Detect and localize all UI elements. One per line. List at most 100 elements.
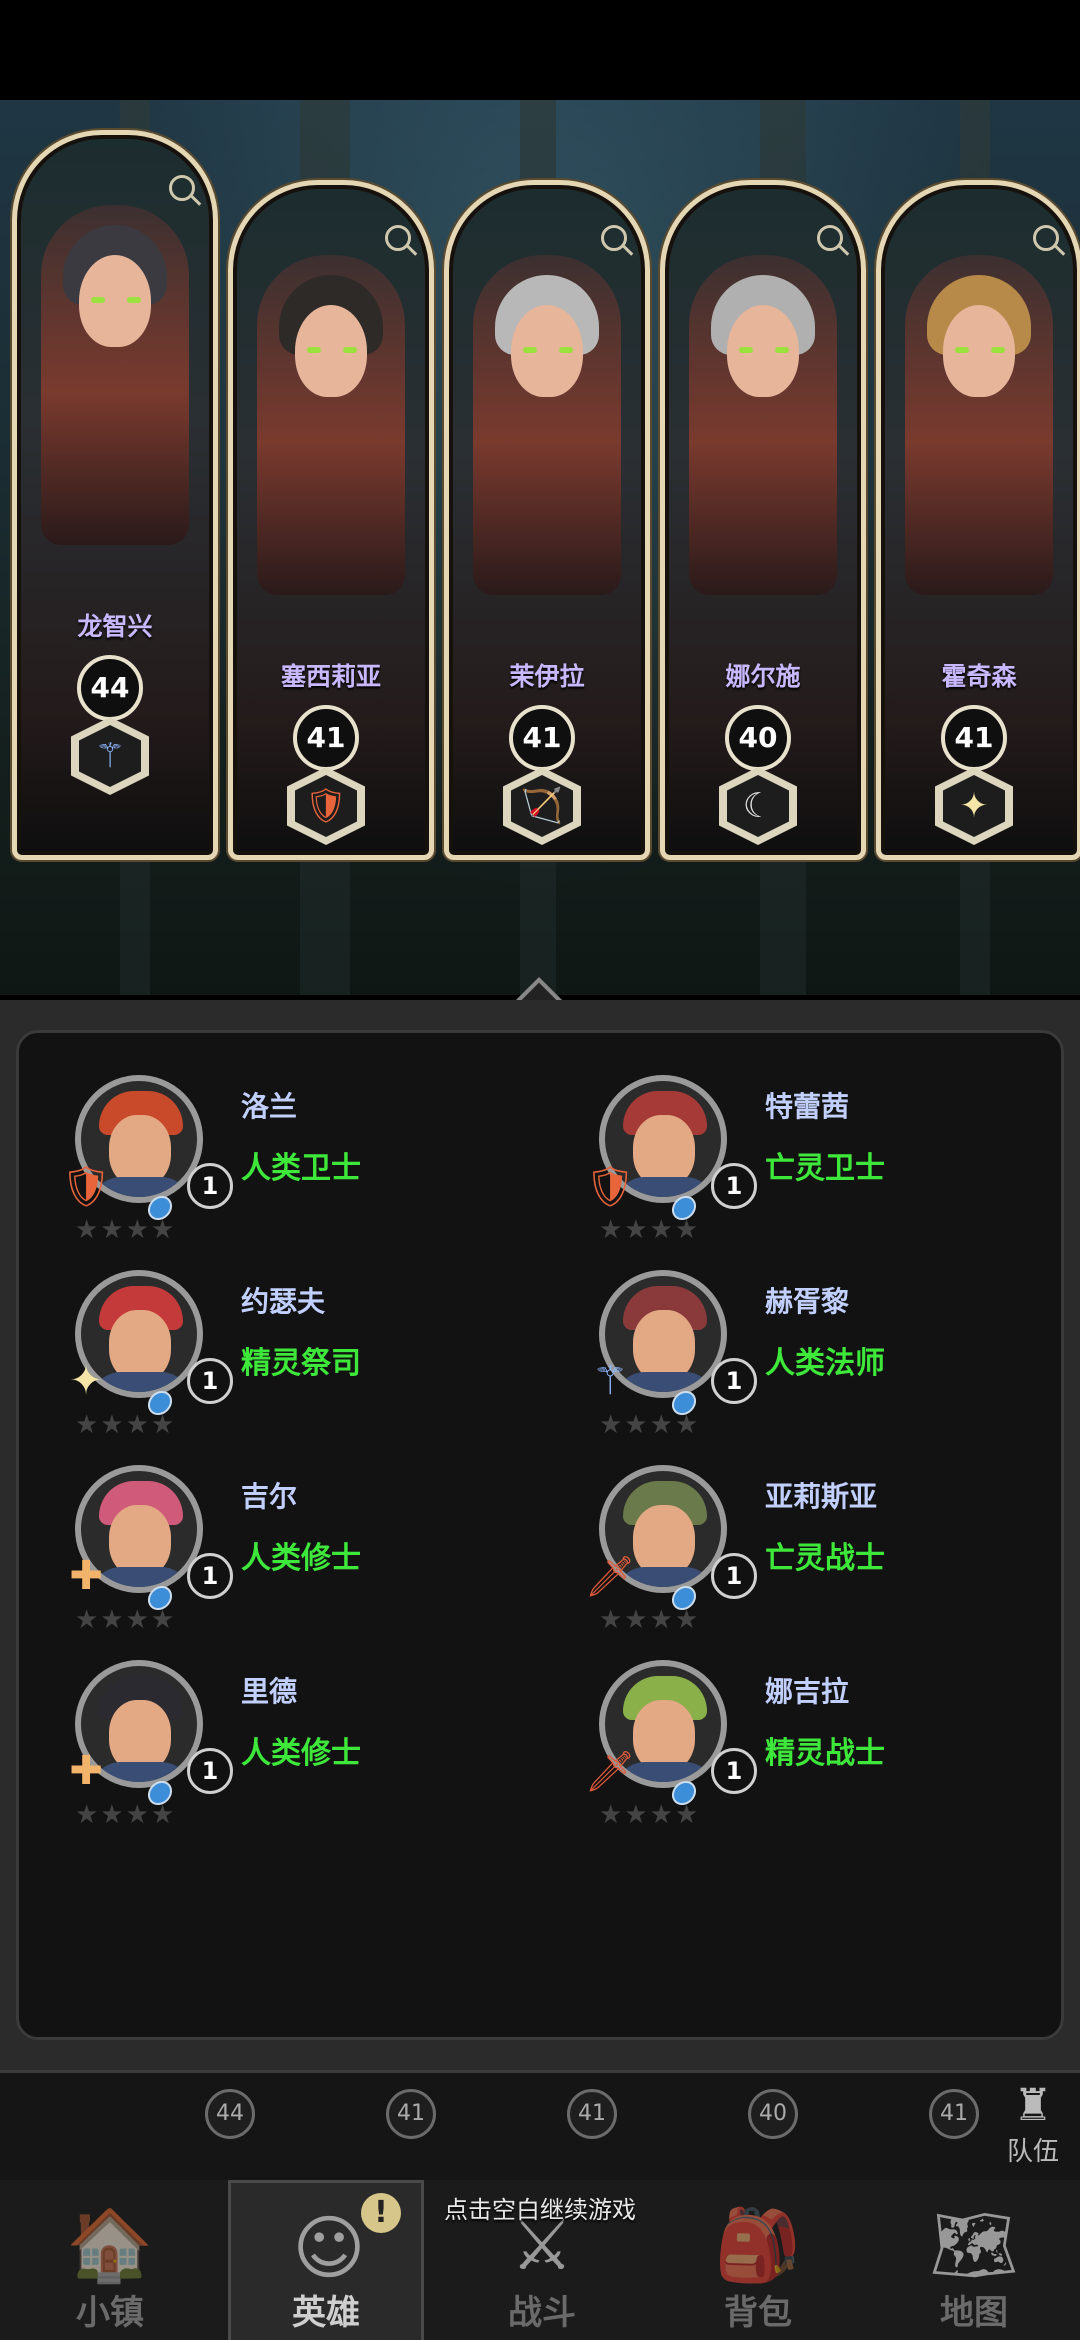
hero-eye — [343, 347, 357, 353]
hero-eye — [307, 347, 321, 353]
continue-hint: 点击空白继续游戏 — [444, 2196, 636, 2224]
scythe-icon: ☾ — [719, 767, 797, 845]
hero-roster-panel: 🛡 1 ★★★★ 洛兰 人类卫士 🛡 1 ★★★★ 特蕾茜 亡灵卫士 ✦ 1 ★… — [16, 1030, 1064, 2040]
shield-icon: 🛡 — [584, 1163, 636, 1210]
roster-hero[interactable]: ✚ 1 ★★★★ 吉尔 人类修士 — [19, 1435, 519, 1635]
sword-icon: 🗡 — [584, 1553, 636, 1600]
hero-eye — [127, 297, 141, 303]
hero-level-badge: 41 — [293, 705, 359, 771]
roster-hero[interactable]: ✦ 1 ★★★★ 约瑟夫 精灵祭司 — [19, 1240, 519, 1440]
hero-name: 龙智兴 — [77, 612, 153, 641]
staff-icon: ⚚ — [592, 1358, 628, 1404]
hero-level-badge: 1 — [711, 1748, 757, 1794]
hero-name: 亚莉斯亚 — [765, 1480, 878, 1513]
star-rating: ★★★★ — [599, 1800, 701, 1830]
hero-eye — [523, 347, 537, 353]
hero-name: 娜吉拉 — [765, 1675, 850, 1708]
hero-class: 人类修士 — [241, 1541, 361, 1576]
hero-level-badge: 41 — [941, 705, 1007, 771]
hero-portrait — [905, 255, 1053, 595]
hero-portrait — [689, 255, 837, 595]
star-rating: ★★★★ — [75, 1800, 177, 1830]
hero-eye — [739, 347, 753, 353]
roster-hero[interactable]: ⚚ 1 ★★★★ 赫胥黎 人类法师 — [543, 1240, 1043, 1440]
hero-level-badge: 1 — [187, 1553, 233, 1599]
hero-card[interactable]: 茉伊拉 41 🏹 — [444, 180, 650, 860]
team-slot-level: 41 — [929, 2089, 979, 2139]
hero-class: 人类修士 — [241, 1736, 361, 1771]
hero-eye — [775, 347, 789, 353]
magnify-icon[interactable] — [817, 225, 843, 251]
hero-level-badge: 1 — [187, 1163, 233, 1209]
hero-name: 吉尔 — [241, 1480, 298, 1513]
hero-level-badge: 1 — [187, 1358, 233, 1404]
nav-tab-label: 地图 — [940, 2293, 1008, 2333]
hero-class: 精灵祭司 — [241, 1346, 361, 1381]
holy-star-icon: ✦ — [69, 1358, 103, 1404]
bow-icon: 🏹 — [503, 767, 581, 845]
hero-eye — [955, 347, 969, 353]
hero-eye — [991, 347, 1005, 353]
hero-name: 娜尔施 — [725, 662, 801, 691]
hero-level-badge: 1 — [187, 1748, 233, 1794]
hero-level-badge: 40 — [725, 705, 791, 771]
hero-eye — [91, 297, 105, 303]
hero-name: 霍奇森 — [941, 662, 1017, 691]
hero-card[interactable]: 娜尔施 40 ☾ — [660, 180, 866, 860]
roster-hero[interactable]: 🛡 1 ★★★★ 洛兰 人类卫士 — [19, 1045, 519, 1245]
nav-tab-label: 背包 — [724, 2293, 792, 2333]
hero-name: 洛兰 — [241, 1090, 298, 1123]
magnify-icon[interactable] — [385, 225, 411, 251]
hero-portrait — [41, 205, 189, 545]
team-button-label: 队伍 — [1006, 2137, 1059, 2167]
hero-level-badge: 1 — [711, 1163, 757, 1209]
nav-tab-label: 战斗 — [508, 2293, 576, 2333]
holy-cross-icon: ✚ — [69, 1748, 103, 1794]
hero-team-banner: 龙智兴 44 ⚚ 塞西莉亚 41 🛡 茉伊拉 41 🏹 娜尔施 40 ☾ 霍奇森… — [0, 100, 1080, 995]
hero-name: 约瑟夫 — [241, 1285, 326, 1318]
nav-tab-label: 英雄 — [292, 2293, 360, 2333]
hero-card[interactable]: 龙智兴 44 ⚚ — [12, 130, 218, 860]
magnify-icon[interactable] — [601, 225, 627, 251]
shield-icon: 🛡 — [287, 767, 365, 845]
hero-class: 人类法师 — [765, 1346, 885, 1381]
hero-name: 茉伊拉 — [509, 662, 585, 691]
hero-eye — [559, 347, 573, 353]
hero-level-badge: 1 — [711, 1553, 757, 1599]
hero-name: 塞西莉亚 — [280, 662, 381, 691]
hero-name: 里德 — [241, 1675, 298, 1708]
hero-portrait — [257, 255, 405, 595]
team-button[interactable]: ♜ 队伍 — [998, 2081, 1068, 2173]
team-strip[interactable]: 44 41 41 40 41 ♜ 队伍 — [0, 2070, 1080, 2183]
team-slot-level: 40 — [748, 2089, 798, 2139]
roster-hero[interactable]: ✚ 1 ★★★★ 里德 人类修士 — [19, 1630, 519, 1830]
shield-icon: 🛡 — [60, 1163, 112, 1210]
team-slot-level: 41 — [386, 2089, 436, 2139]
hero-level-badge: 1 — [711, 1358, 757, 1404]
hero-class: 亡灵卫士 — [765, 1151, 885, 1186]
hero-name: 赫胥黎 — [765, 1285, 850, 1318]
hero-class: 人类卫士 — [241, 1151, 361, 1186]
hero-class: 精灵战士 — [765, 1736, 885, 1771]
hero-class: 亡灵战士 — [765, 1541, 885, 1576]
hero-card[interactable]: 塞西莉亚 41 🛡 — [228, 180, 434, 860]
roster-hero[interactable]: 🗡 1 ★★★★ 娜吉拉 精灵战士 — [543, 1630, 1043, 1830]
hero-level-badge: 41 — [509, 705, 575, 771]
team-slot-level: 41 — [567, 2089, 617, 2139]
hero-level-badge: 44 — [77, 655, 143, 721]
sword-icon: 🗡 — [584, 1748, 636, 1795]
nav-tab-label: 小镇 — [76, 2293, 144, 2333]
chess-piece-icon: ♜ — [1013, 2080, 1053, 2131]
hero-card[interactable]: 霍奇森 41 ✦ — [876, 180, 1080, 860]
team-slot-level: 44 — [205, 2089, 255, 2139]
hero-name: 特蕾茜 — [765, 1090, 850, 1123]
holy-star-icon: ✦ — [935, 767, 1013, 845]
hero-portrait — [473, 255, 621, 595]
magnify-icon[interactable] — [1033, 225, 1059, 251]
staff-icon: ⚚ — [71, 717, 149, 795]
roster-hero[interactable]: 🗡 1 ★★★★ 亚莉斯亚 亡灵战士 — [543, 1435, 1043, 1635]
roster-hero[interactable]: 🛡 1 ★★★★ 特蕾茜 亡灵卫士 — [543, 1045, 1043, 1245]
holy-cross-icon: ✚ — [69, 1553, 103, 1599]
status-bar-area — [0, 0, 1080, 100]
magnify-icon[interactable] — [169, 175, 195, 201]
